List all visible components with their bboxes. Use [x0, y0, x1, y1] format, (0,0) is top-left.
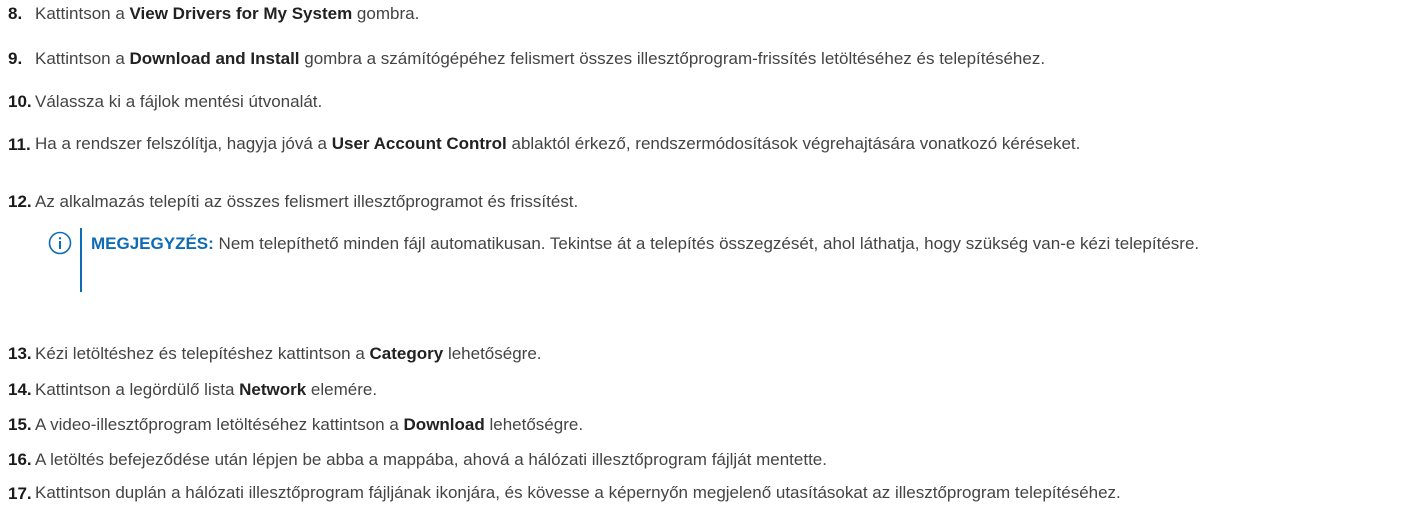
step-text: A video-illesztőprogram letöltéséhez kat…	[35, 415, 584, 434]
step-number: 17.	[8, 484, 32, 503]
step-number: 11.	[8, 135, 31, 154]
step-number: 16.	[8, 450, 32, 469]
step-number: 14.	[8, 380, 32, 399]
step-text: Kattintson a Download and Install gombra…	[35, 49, 1046, 68]
step-text: Kattintson duplán a hálózati illesztőpro…	[35, 483, 1121, 502]
note-label: MEGJEGYZÉS:	[91, 234, 214, 253]
step-text: A letöltés befejeződése után lépjen be a…	[35, 450, 827, 469]
note-body: Nem telepíthető minden fájl automatikusa…	[213, 234, 1200, 253]
note-accent-bar	[80, 228, 82, 292]
step-number: 10.	[8, 92, 32, 111]
step-text: Az alkalmazás telepíti az összes felisme…	[35, 192, 579, 211]
ui-term: Download	[403, 415, 485, 434]
step-text: Ha a rendszer felszólítja, hagyja jóvá a…	[35, 134, 1081, 153]
step-text: Kattintson a legördülő lista Network ele…	[35, 380, 378, 399]
ui-term: User Account Control	[331, 134, 507, 153]
info-icon	[48, 231, 72, 255]
step-number: 9.	[8, 49, 23, 68]
step-number: 13.	[8, 344, 32, 363]
step-text: Válassza ki a fájlok mentési útvonalát.	[35, 92, 323, 111]
step-text: Kattintson a View Drivers for My System …	[35, 4, 420, 23]
note-text: MEGJEGYZÉS: Nem telepíthető minden fájl …	[91, 228, 1321, 260]
ui-term: Network	[239, 380, 307, 399]
ui-term: View Drivers for My System	[129, 4, 353, 23]
ui-term: Category	[369, 344, 444, 363]
note-box: MEGJEGYZÉS: Nem telepíthető minden fájl …	[48, 228, 1348, 292]
ui-term: Download and Install	[129, 49, 300, 68]
step-number: 12.	[8, 192, 32, 211]
step-text: Kézi letöltéshez és telepítéshez kattint…	[35, 344, 542, 363]
step-number: 15.	[8, 415, 32, 434]
step-number: 8.	[8, 4, 23, 23]
